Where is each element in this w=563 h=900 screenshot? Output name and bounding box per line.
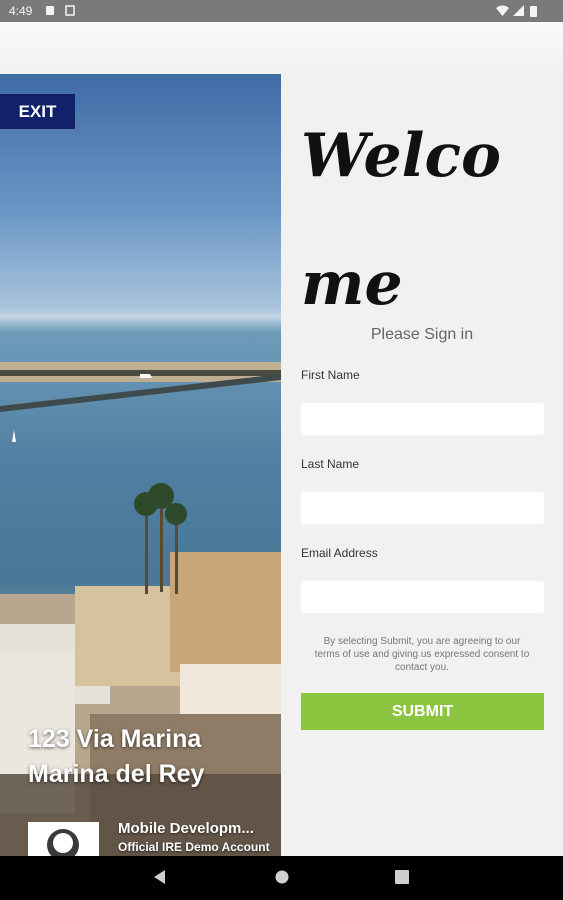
agent-avatar [28,822,99,856]
system-nav-bar [0,856,563,900]
battery-saver-icon [45,5,55,16]
sign-in-subtitle: Please Sign in [370,326,474,343]
address-line-2: Marina del Rey [28,760,205,788]
property-address: 123 Via Marina Marina del Rey [28,722,204,792]
status-time: 4:49 [9,4,33,18]
battery-icon [530,5,537,17]
recents-icon[interactable] [395,870,409,889]
first-name-field[interactable] [301,403,544,435]
agent-account: Official IRE Demo Account [118,840,270,854]
exit-button[interactable]: EXIT [0,94,75,129]
last-name-field[interactable] [301,492,544,524]
first-name-label: First Name [301,368,360,382]
last-name-label: Last Name [301,457,360,471]
welcome-heading: Welco me [301,92,541,348]
address-line-1: 123 Via Marina [28,725,202,753]
property-hero-panel: EXIT 123 Via Marina Marina del Rey Mobil… [0,74,281,856]
app-top-bar [0,22,563,74]
status-bar: 4:49 [0,0,563,22]
consent-disclaimer: By selecting Submit, you are agreeing to… [314,636,530,673]
agent-name: Mobile Developm... [118,820,254,837]
sync-icon [65,5,75,16]
email-field[interactable] [301,581,544,613]
email-label: Email Address [301,546,378,560]
welcome-line-1: Welco [301,121,502,191]
home-icon[interactable] [275,870,289,889]
submit-button[interactable]: SUBMIT [301,693,544,730]
back-icon[interactable] [154,870,166,889]
signal-icon [513,5,524,16]
wifi-icon [496,5,509,16]
sign-in-form: Welco me Please Sign in First Name Last … [281,74,563,856]
